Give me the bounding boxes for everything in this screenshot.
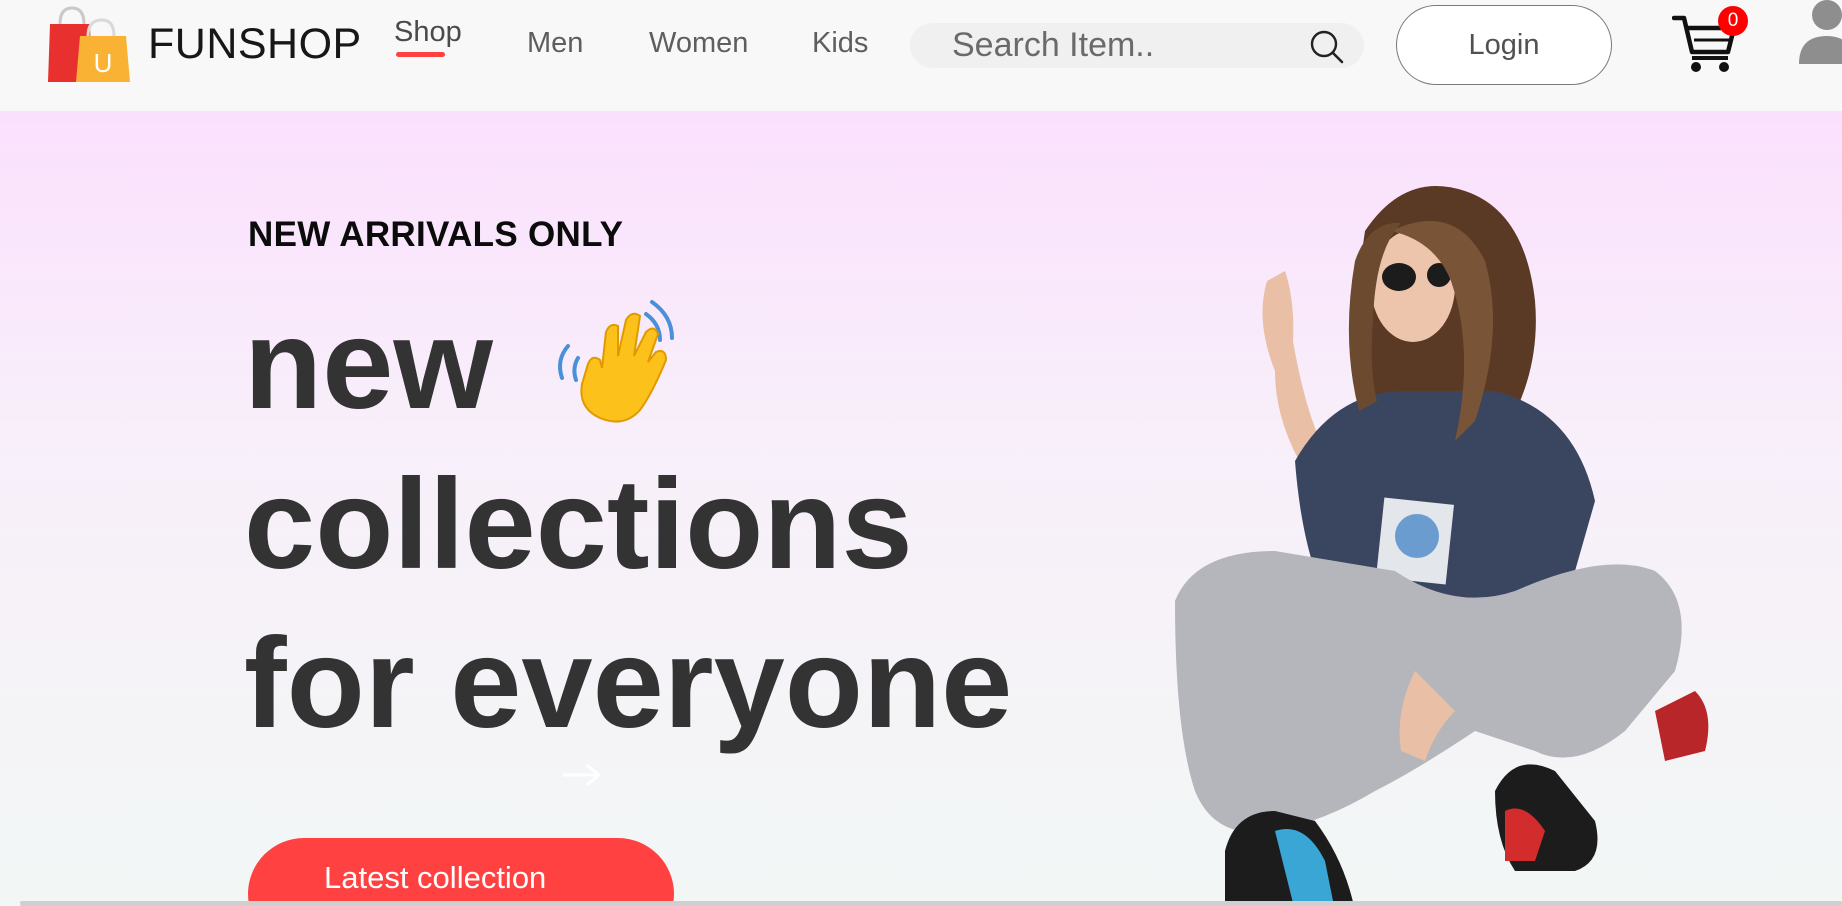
hero-section: NEW ARRIVALS ONLY new collections for ev…	[0, 111, 1842, 906]
active-nav-indicator	[396, 52, 445, 57]
hero-eyebrow: NEW ARRIVALS ONLY	[248, 215, 624, 254]
model-photo	[1175, 186, 1709, 906]
nav-link-men[interactable]: Men	[527, 27, 583, 60]
arrow-right-icon	[562, 764, 601, 786]
nav-link-women[interactable]: Women	[649, 27, 748, 60]
brand-name[interactable]: FUNSHOP	[148, 20, 362, 69]
latest-collection-button[interactable]: Latest collection	[248, 838, 674, 906]
nav-link-shop[interactable]: Shop	[394, 16, 462, 49]
logo-letter: U	[94, 48, 113, 78]
shopping-bags-icon[interactable]: U	[46, 6, 132, 84]
horizontal-scrollbar[interactable]	[20, 901, 1842, 906]
headline-line-1: new	[244, 293, 493, 436]
headline-line-2: collections	[244, 453, 913, 596]
user-icon[interactable]	[1795, 0, 1842, 64]
nav-link-kids[interactable]: Kids	[812, 27, 868, 60]
search-icon[interactable]	[1307, 27, 1345, 65]
search-bar	[910, 23, 1364, 68]
login-button[interactable]: Login	[1396, 5, 1612, 85]
headline-line-3: for everyone	[244, 612, 1013, 755]
waving-hand-icon	[558, 300, 674, 423]
search-input[interactable]	[952, 23, 1312, 68]
navbar: U FUNSHOP Shop Men Women Kids Login 0	[0, 0, 1842, 111]
cart-count-badge: 0	[1718, 6, 1748, 36]
